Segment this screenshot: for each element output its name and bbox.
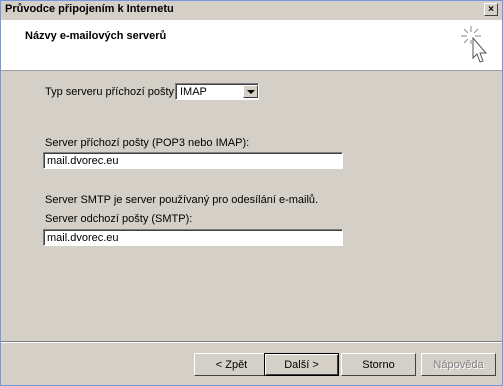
wizard-window: Průvodce připojením k Internetu × Názvy … bbox=[0, 0, 503, 386]
cancel-button[interactable]: Storno bbox=[341, 353, 416, 376]
chevron-down-icon[interactable] bbox=[243, 85, 258, 98]
outgoing-server-label: Server odchozí pošty (SMTP): bbox=[45, 213, 193, 225]
incoming-server-input[interactable] bbox=[44, 153, 342, 168]
incoming-type-value: IMAP bbox=[180, 86, 207, 98]
title-bar: Průvodce připojením k Internetu × bbox=[1, 1, 502, 19]
wizard-sparkle-icon bbox=[461, 26, 488, 63]
wizard-header: Názvy e-mailových serverů bbox=[1, 20, 502, 71]
help-button[interactable]: Nápověda bbox=[421, 353, 496, 376]
smtp-description: Server SMTP je server používaný pro odes… bbox=[45, 194, 319, 206]
incoming-type-select[interactable]: IMAP bbox=[175, 83, 259, 100]
footer-divider-highlight bbox=[1, 342, 502, 343]
page-title: Názvy e-mailových serverů bbox=[25, 30, 167, 42]
back-button[interactable]: < Zpět bbox=[194, 353, 269, 376]
next-button[interactable]: Další > bbox=[264, 353, 339, 376]
close-button[interactable]: × bbox=[484, 3, 498, 16]
incoming-server-label: Server příchozí pošty (POP3 nebo IMAP): bbox=[45, 137, 250, 149]
window-title: Průvodce připojením k Internetu bbox=[5, 3, 174, 15]
outgoing-server-field-frame bbox=[43, 229, 343, 246]
incoming-type-label: Typ serveru příchozí pošty: bbox=[45, 86, 178, 98]
close-icon: × bbox=[488, 4, 494, 15]
outgoing-server-input[interactable] bbox=[44, 230, 342, 245]
incoming-server-field-frame bbox=[43, 152, 343, 169]
